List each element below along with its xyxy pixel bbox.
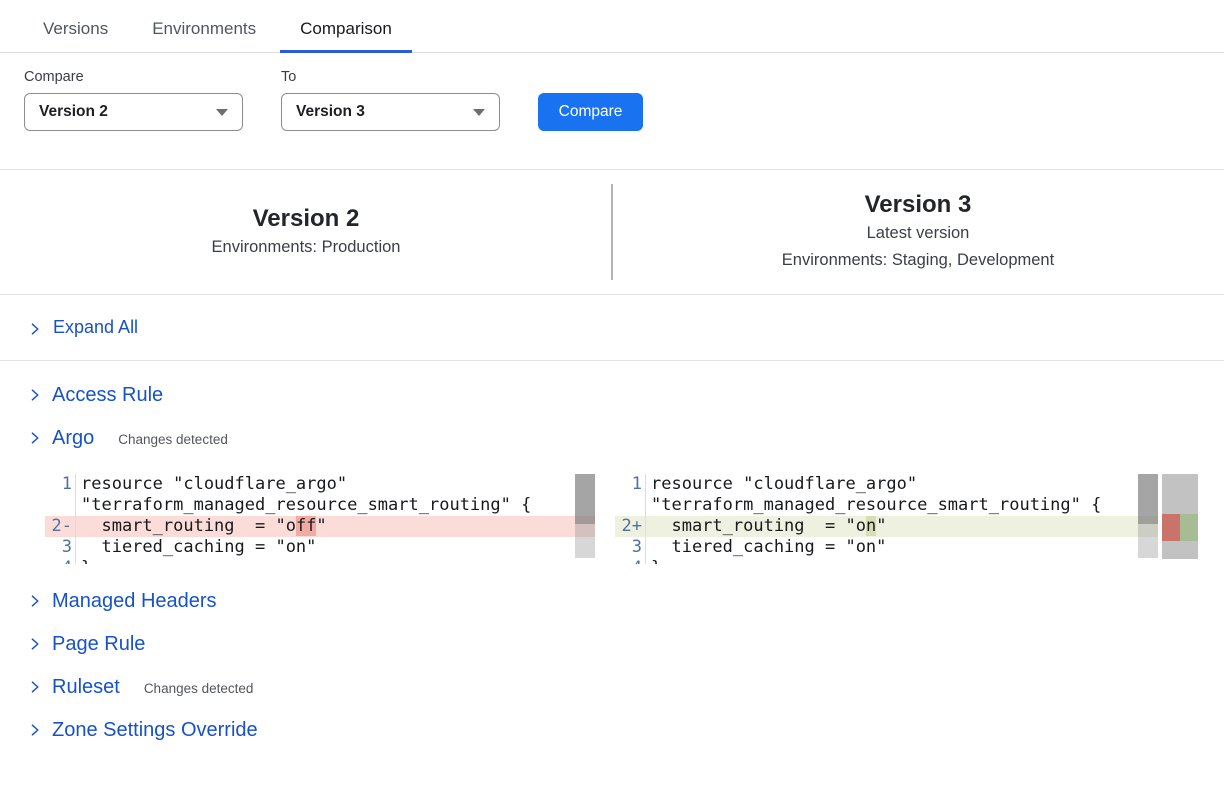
- version-right-title: Version 3: [865, 190, 972, 220]
- compare-from-value: Version 2: [39, 103, 108, 121]
- diff-pane-left: 1 resource "cloudflare_argo" "terraform_…: [45, 474, 595, 564]
- tab-versions[interactable]: Versions: [23, 0, 128, 52]
- section-label: Page Rule: [52, 633, 145, 656]
- code-text: smart_routing = "on": [645, 516, 1158, 537]
- diff-line: 4 }: [45, 558, 595, 564]
- line-number: [615, 495, 645, 516]
- chevron-right-icon: [28, 322, 42, 336]
- section-label: Zone Settings Override: [52, 719, 258, 742]
- line-number: 3: [615, 537, 645, 558]
- chevron-right-icon: [28, 723, 42, 737]
- diff-line: 3 tiered_caching = "on": [615, 537, 1158, 558]
- diff-pane-right: 1 resource "cloudflare_argo" "terraform_…: [615, 474, 1158, 564]
- section-ruleset[interactable]: Ruleset Changes detected: [0, 666, 1224, 709]
- compare-from-label: Compare: [24, 69, 243, 85]
- chevron-right-icon: [28, 680, 42, 694]
- line-number: [45, 495, 75, 516]
- version-left-environments: Environments: Production: [212, 234, 401, 261]
- version-right-environments: Environments: Staging, Development: [782, 247, 1054, 274]
- compare-to-select[interactable]: Version 3: [281, 93, 500, 131]
- added-word: n: [866, 516, 876, 536]
- scrollbar[interactable]: [1138, 474, 1158, 558]
- diff-line: 4 }: [615, 558, 1158, 564]
- diff-line: 3 tiered_caching = "on": [45, 537, 595, 558]
- chevron-right-icon: [28, 637, 42, 651]
- section-zone-settings-override[interactable]: Zone Settings Override: [0, 709, 1224, 752]
- code-text: tiered_caching = "on": [75, 537, 595, 558]
- version-left-header: Version 2 Environments: Production: [0, 170, 612, 294]
- changes-detected-badge: Changes detected: [144, 681, 254, 696]
- section-label: Access Rule: [52, 384, 163, 407]
- code-text: "terraform_managed_resource_smart_routin…: [645, 495, 1158, 516]
- line-number: 2+: [615, 516, 645, 537]
- code-text: }: [645, 558, 1158, 564]
- expand-all-row[interactable]: Expand All: [0, 295, 1224, 360]
- version-right-header: Version 3 Latest version Environments: S…: [612, 170, 1224, 294]
- version-right-subtitle: Latest version: [867, 220, 970, 247]
- diff-line-added: 2+ smart_routing = "on": [615, 516, 1158, 537]
- code-text: }: [75, 558, 595, 564]
- chevron-right-icon: [28, 431, 42, 445]
- code-text: "terraform_managed_resource_smart_routin…: [75, 495, 595, 516]
- comparison-page: Versions Environments Comparison Compare…: [0, 0, 1224, 752]
- line-number: 4: [615, 558, 645, 564]
- compare-form: Compare Version 2 To Version 3 Compare: [24, 69, 1224, 131]
- code-text: resource "cloudflare_argo": [75, 474, 595, 495]
- diff-overview-ruler: [1162, 474, 1198, 559]
- section-page-rule[interactable]: Page Rule: [0, 623, 1224, 666]
- ruler-deleted-marker: [1162, 514, 1180, 541]
- line-number: 1: [45, 474, 75, 495]
- section-access-rule[interactable]: Access Rule: [0, 374, 1224, 417]
- compare-from-field: Compare Version 2: [24, 69, 243, 131]
- caret-down-icon: [473, 109, 485, 116]
- section-list: Access Rule Argo Changes detected 1 reso…: [0, 374, 1224, 752]
- line-number: 2-: [45, 516, 75, 537]
- argo-diff: 1 resource "cloudflare_argo" "terraform_…: [45, 474, 1224, 564]
- compare-to-field: To Version 3: [281, 69, 500, 131]
- divider: [0, 360, 1224, 361]
- section-label: Managed Headers: [52, 590, 217, 613]
- version-headers: Version 2 Environments: Production Versi…: [0, 170, 1224, 294]
- tab-bar: Versions Environments Comparison: [0, 0, 1224, 53]
- diff-line: 1 resource "cloudflare_argo": [615, 474, 1158, 495]
- diff-line: 1 resource "cloudflare_argo": [45, 474, 595, 495]
- compare-button[interactable]: Compare: [538, 93, 643, 131]
- compare-to-value: Version 3: [296, 103, 365, 121]
- ruler-added-marker: [1180, 514, 1198, 541]
- chevron-right-icon: [28, 594, 42, 608]
- code-text: resource "cloudflare_argo": [645, 474, 1158, 495]
- caret-down-icon: [216, 109, 228, 116]
- line-number: 3: [45, 537, 75, 558]
- scrollbar-thumb[interactable]: [575, 474, 595, 524]
- scrollbar[interactable]: [575, 474, 595, 558]
- version-left-title: Version 2: [253, 204, 360, 234]
- expand-all-label: Expand All: [53, 317, 138, 338]
- line-number: 4: [45, 558, 75, 564]
- chevron-right-icon: [28, 388, 42, 402]
- scrollbar-thumb[interactable]: [1138, 474, 1158, 524]
- line-number: 1: [615, 474, 645, 495]
- deleted-word: ff: [296, 516, 316, 536]
- code-text: smart_routing = "off": [75, 516, 595, 537]
- vertical-divider: [611, 184, 613, 280]
- diff-line-wrap: "terraform_managed_resource_smart_routin…: [615, 495, 1158, 516]
- tab-environments[interactable]: Environments: [132, 0, 276, 52]
- diff-line-deleted: 2- smart_routing = "off": [45, 516, 595, 537]
- section-argo[interactable]: Argo Changes detected: [0, 417, 1224, 460]
- compare-to-label: To: [281, 69, 500, 85]
- tab-comparison[interactable]: Comparison: [280, 0, 412, 53]
- section-managed-headers[interactable]: Managed Headers: [0, 580, 1224, 623]
- changes-detected-badge: Changes detected: [118, 432, 228, 447]
- section-label: Ruleset: [52, 676, 120, 699]
- diff-line-wrap: "terraform_managed_resource_smart_routin…: [45, 495, 595, 516]
- section-label: Argo: [52, 427, 94, 450]
- compare-from-select[interactable]: Version 2: [24, 93, 243, 131]
- code-text: tiered_caching = "on": [645, 537, 1158, 558]
